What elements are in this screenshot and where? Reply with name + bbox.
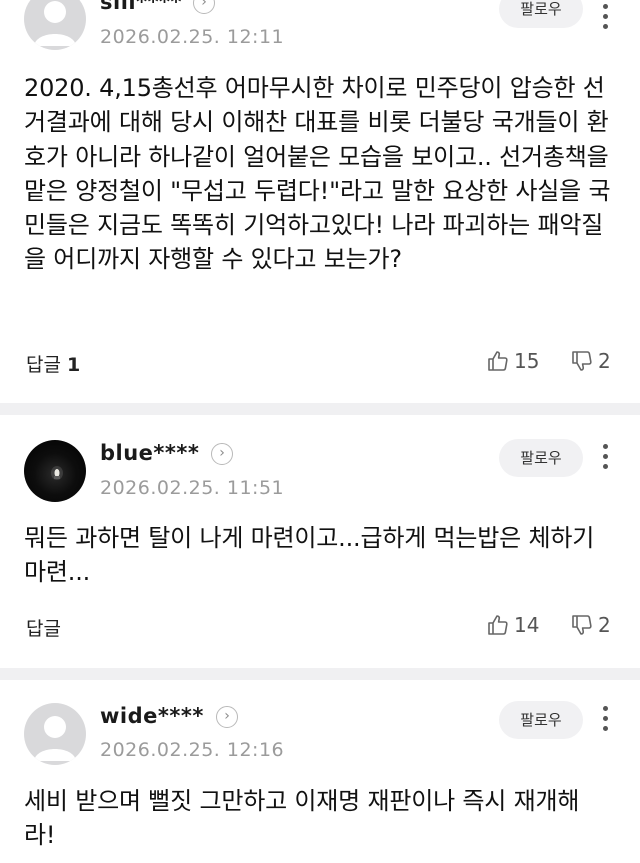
chevron-right-icon[interactable]: › [193,0,215,14]
reply-count: 1 [67,354,81,376]
thumbs-down-icon [572,615,592,635]
candle-avatar-image [51,466,63,480]
like-count: 14 [514,613,540,637]
more-vertical-icon[interactable] [602,4,610,34]
dislike-button[interactable]: 2 [570,613,611,637]
username[interactable]: sili**** [100,0,182,14]
reply-button[interactable]: 답글 [26,614,61,641]
comment-item: sili**** › 2026.02.25. 12:11 팔로우 2020. 4… [0,0,640,410]
dislike-count: 2 [598,349,611,373]
default-avatar-icon [34,716,76,761]
thumbs-up-icon [488,615,508,635]
avatar[interactable] [24,0,86,50]
divider [0,668,640,680]
chevron-right-icon[interactable]: › [216,706,238,728]
comment-item: blue**** › 2026.02.25. 11:51 팔로우 뭐든 과하면 … [0,415,640,677]
default-avatar-icon [34,1,76,46]
comment-date: 2026.02.25. 12:11 [100,26,285,48]
dislike-button[interactable]: 2 [570,349,611,373]
comment-body: 세비 받으며 뻘짓 그만하고 이재명 재판이나 즉시 재개해라! [24,787,580,850]
thumbs-up-icon [488,351,508,371]
reply-label: 답글 [26,618,61,640]
reply-label: 답글 [26,354,61,376]
comment-date: 2026.02.25. 11:51 [100,477,285,499]
follow-button[interactable]: 팔로우 [499,701,583,739]
more-vertical-icon[interactable] [602,706,610,736]
avatar[interactable] [24,440,86,502]
comment-body: 2020. 4,15총선후 어마무시한 차이로 민주당이 압승한 선거결과에 대… [24,74,611,274]
like-button[interactable]: 15 [486,349,539,373]
username[interactable]: wide**** [100,704,204,728]
like-count: 15 [514,349,540,373]
thumbs-down-icon [572,351,592,371]
more-vertical-icon[interactable] [602,444,610,474]
dislike-count: 2 [598,613,611,637]
reply-button[interactable]: 답글 1 [26,350,80,377]
avatar[interactable] [24,703,86,765]
comment-item: wide**** › 2026.02.25. 12:16 팔로우 세비 받으며 … [0,680,640,863]
divider [0,403,640,415]
follow-button[interactable]: 팔로우 [499,0,583,28]
follow-button[interactable]: 팔로우 [499,439,583,477]
username[interactable]: blue**** [100,441,199,465]
chevron-right-icon[interactable]: › [211,443,233,465]
like-button[interactable]: 14 [486,613,539,637]
comment-body: 뭐든 과하면 탈이 나게 마련이고...급하게 먹는밥은 체하기 마련... [24,524,595,587]
comment-date: 2026.02.25. 12:16 [100,739,285,761]
